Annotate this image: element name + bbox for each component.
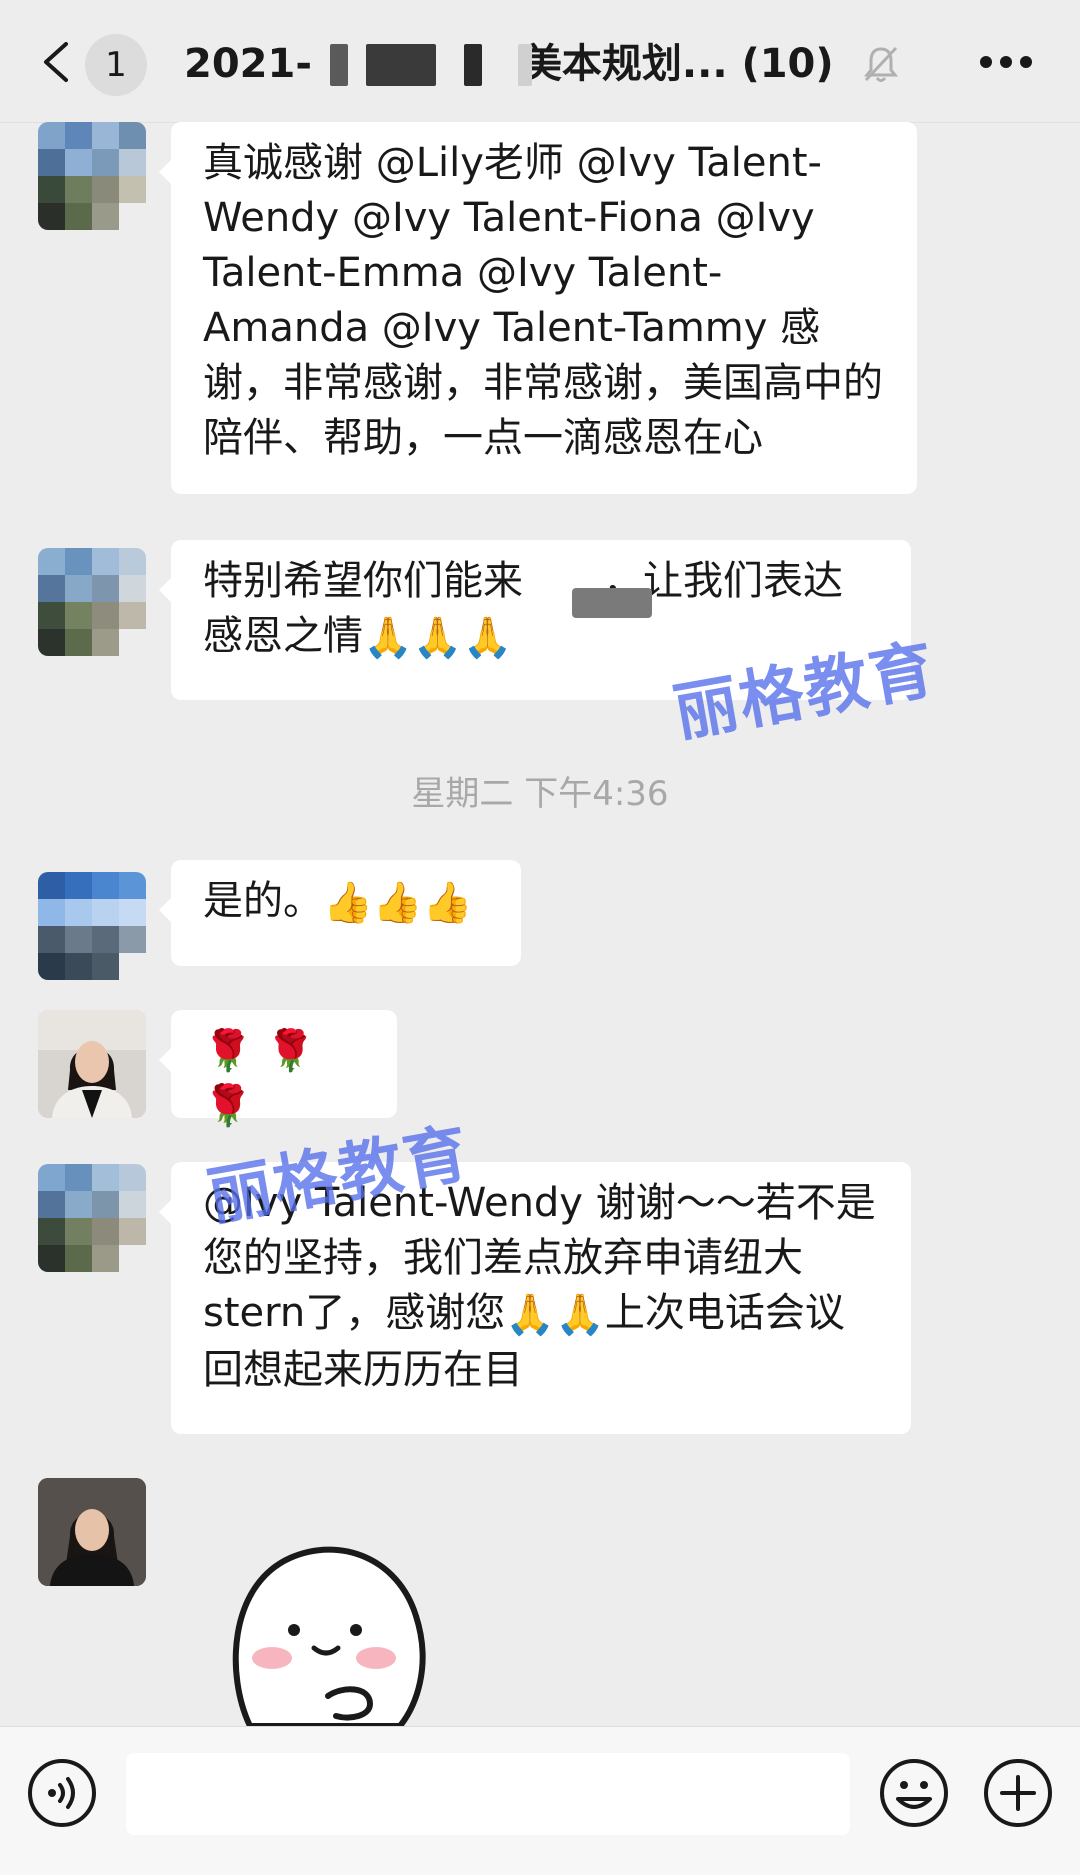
plus-icon[interactable]: [982, 1757, 1054, 1829]
input-bar: [0, 1726, 1080, 1875]
avatar-pixelated[interactable]: [38, 548, 146, 656]
back-icon[interactable]: [38, 40, 72, 84]
pray-emoji-icon: 🙏🙏: [505, 1291, 605, 1338]
avatar-photo[interactable]: [38, 1010, 146, 1118]
mute-bell-icon: [863, 46, 899, 82]
redacted-title-block: [366, 44, 436, 86]
thumbs-up-emoji-icon: 👍👍👍: [323, 879, 473, 926]
pray-emoji-icon: 🙏🙏🙏: [363, 614, 513, 661]
chat-title[interactable]: 2021- 美本规划... (10): [184, 34, 834, 94]
chat-title-suffix: 美本规划... (10): [521, 41, 834, 87]
redacted-title-block: [518, 44, 532, 86]
chat-header: 1 2021- 美本规划... (10): [0, 0, 1080, 123]
redacted-title-block: [464, 44, 482, 86]
more-icon[interactable]: [980, 56, 1032, 70]
message-bubble[interactable]: 是的。👍👍👍: [159, 860, 521, 966]
message-bubble[interactable]: 真诚感谢 @Lily老师 @Ivy Talent-Wendy @Ivy Tale…: [159, 122, 917, 494]
sticker-image[interactable]: [220, 1536, 440, 1726]
message-text: 特别希望你们能来: [203, 558, 523, 604]
message-bubble[interactable]: 🌹 🌹 🌹: [159, 1010, 397, 1129]
redacted-title-block: [330, 44, 348, 86]
avatar-photo[interactable]: [38, 1478, 146, 1586]
message-text: 真诚感谢 @Lily老师 @Ivy Talent-Wendy @Ivy Tale…: [203, 140, 883, 461]
message-input[interactable]: [126, 1753, 850, 1835]
message-timestamp: 星期二 下午4:36: [411, 774, 669, 814]
emoji-icon[interactable]: [878, 1757, 950, 1829]
avatar-pixelated[interactable]: [38, 1164, 146, 1272]
rose-emoji-icon: 🌹 🌹 🌹: [203, 1028, 316, 1129]
avatar-pixelated[interactable]: [38, 872, 146, 980]
voice-input-icon[interactable]: [26, 1757, 98, 1829]
avatar-pixelated[interactable]: [38, 122, 146, 230]
chat-title-prefix: 2021-: [184, 41, 312, 87]
unread-count-badge[interactable]: 1: [85, 34, 147, 96]
message-text: 是的。: [203, 878, 323, 924]
redacted-text-block: [572, 588, 652, 618]
